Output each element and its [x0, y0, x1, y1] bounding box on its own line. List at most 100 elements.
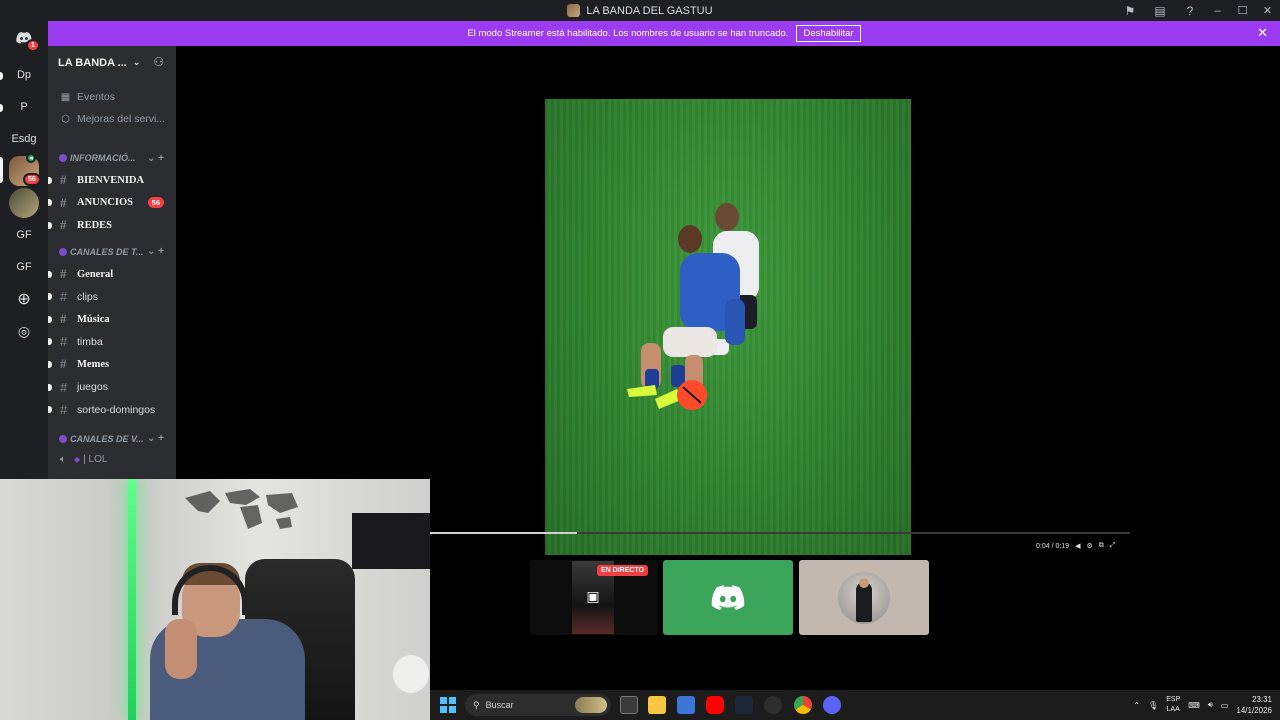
category-text[interactable]: CANALES DE T... ⌄ +: [48, 241, 176, 263]
microphone-icon[interactable]: 🎙︎: [1148, 701, 1158, 710]
server-name: LA BANDA ...: [58, 56, 127, 69]
channel-memes[interactable]: # Memes: [48, 353, 176, 376]
chrome-icon[interactable]: [794, 696, 812, 714]
disable-streamer-button[interactable]: Deshabilitar: [796, 25, 861, 42]
selected-pill: [0, 157, 3, 183]
channel-sorteo-domingos[interactable]: # sorteo-domingos: [48, 398, 176, 421]
avatar-figure: [856, 581, 872, 622]
speaker-icon: ◂: [26, 153, 36, 163]
app-icon[interactable]: [764, 696, 782, 714]
server-dp[interactable]: Dp: [9, 60, 39, 90]
channel-redes[interactable]: # REDES: [48, 214, 176, 237]
category-voice[interactable]: CANALES DE V... ⌄ +: [48, 428, 176, 450]
youtube-icon[interactable]: [706, 696, 724, 714]
volume-icon[interactable]: ◀︎: [1075, 542, 1080, 550]
start-button[interactable]: [440, 697, 456, 713]
screen-share-icon: ▣: [586, 588, 600, 604]
server-gf-1[interactable]: GF: [9, 220, 39, 250]
unread-indicator: [48, 383, 52, 391]
category-emoji-icon: [59, 247, 67, 256]
battery-icon[interactable]: ▭: [1221, 701, 1229, 710]
clock[interactable]: 23:31 14/1/2026: [1236, 694, 1272, 716]
category-add-icon[interactable]: ⌄ +: [147, 246, 164, 257]
channel-juegos[interactable]: # juegos: [48, 376, 176, 399]
channel-label: sorteo-domingos: [77, 403, 156, 416]
unread-indicator: [48, 360, 52, 368]
channel-timba[interactable]: # timba: [48, 331, 176, 354]
add-member-icon[interactable]: ⚇: [153, 55, 164, 69]
minimize-button[interactable]: –: [1205, 0, 1230, 21]
hash-icon: #: [60, 402, 68, 418]
window-title-group: LA BANDA DEL GASTUU: [567, 4, 713, 17]
home-badge: 1: [26, 39, 40, 52]
dog: [393, 655, 429, 693]
taskbar-search[interactable]: ⚲ Buscar: [465, 694, 611, 716]
video-progress-bar[interactable]: [430, 532, 1130, 534]
server-p[interactable]: P: [9, 92, 39, 122]
discord-home-button[interactable]: 1: [9, 23, 40, 53]
gamepad-icon: ◆: [74, 455, 81, 465]
server-esdg[interactable]: Esdg: [9, 124, 39, 154]
hash-icon: #: [60, 334, 68, 350]
help-icon[interactable]: ?: [1175, 0, 1205, 21]
server-header[interactable]: LA BANDA ... ⌄ ⚇: [48, 46, 176, 79]
search-placeholder: Buscar: [485, 700, 514, 710]
led-light-strip: [128, 479, 136, 720]
channel-label: ANUNCIOS: [77, 197, 134, 209]
participant-tile-discord[interactable]: [663, 560, 793, 635]
unread-pill: [0, 72, 3, 80]
screen: LA BANDA DEL GASTUU ⚑ ▤ ? – ☐ ✕ El modo …: [0, 0, 1280, 720]
server-icon: [567, 4, 581, 17]
settings-icon[interactable]: ⚙︎: [1086, 542, 1092, 550]
discover-icon[interactable]: ◎: [9, 316, 39, 346]
network-icon[interactable]: ⌨︎: [1188, 701, 1200, 710]
unread-indicator: [48, 315, 52, 323]
steam-icon[interactable]: [735, 696, 753, 714]
language-indicator[interactable]: ESP LAA: [1166, 695, 1180, 715]
category-add-icon[interactable]: ⌄ +: [147, 153, 164, 164]
voice-channel-lol[interactable]: 🔈︎ ◆ | LOL: [48, 450, 176, 470]
channel-sidebar: LA BANDA ... ⌄ ⚇ ▦ Eventos ⬡ Mejoras del…: [48, 46, 176, 479]
close-icon[interactable]: ✕: [1257, 25, 1268, 41]
unread-indicator: [48, 406, 52, 414]
lang-line1: ESP: [1166, 696, 1181, 703]
channel-label: General: [77, 268, 114, 280]
channel-general[interactable]: # General: [48, 263, 176, 286]
close-window-button[interactable]: ✕: [1255, 0, 1280, 21]
microsoft-store-icon[interactable]: [677, 696, 695, 714]
calendar-icon: ▦: [60, 91, 71, 103]
channel-musica[interactable]: # Música: [48, 308, 176, 331]
popout-icon[interactable]: ⧉: [1099, 542, 1104, 550]
category-info[interactable]: INFORMACIÓ... ⌄ +: [48, 147, 176, 169]
inbox-icon[interactable]: ▤: [1145, 0, 1175, 21]
menu-events[interactable]: ▦ Eventos: [48, 86, 176, 108]
streamer-mode-banner: El modo Streamer está habilitado. Los no…: [48, 21, 1280, 46]
fullscreen-icon[interactable]: ⤢: [1110, 542, 1116, 550]
participant-tile-avatar[interactable]: [799, 560, 929, 635]
server-gf-2[interactable]: GF: [9, 252, 39, 282]
category-emoji-icon: [59, 154, 67, 162]
channel-clips[interactable]: # clips: [48, 285, 176, 308]
server-avatar[interactable]: [9, 188, 39, 218]
category-add-icon[interactable]: ⌄ +: [147, 433, 164, 444]
video-controls: 0:04 / 0:19 ◀︎ ⚙︎ ⧉ ⤢: [1036, 540, 1115, 552]
window-title: LA BANDA DEL GASTUU: [586, 4, 713, 17]
chevron-up-icon[interactable]: ⌃: [1133, 701, 1140, 710]
channel-anuncios[interactable]: # ANUNCIOS 56: [48, 192, 176, 215]
task-view-icon[interactable]: [620, 696, 638, 714]
flag-icon[interactable]: ⚑: [1115, 0, 1145, 21]
hash-icon: #: [60, 194, 67, 210]
menu-boosts[interactable]: ⬡ Mejoras del servi...: [48, 108, 176, 130]
channel-label: Memes: [77, 358, 110, 370]
maximize-button[interactable]: ☐: [1230, 0, 1255, 21]
server-la-banda[interactable]: ◂ 56: [9, 153, 41, 186]
file-explorer-icon[interactable]: [648, 696, 666, 714]
unread-indicator: [48, 176, 52, 184]
channel-bienvenida[interactable]: # BIENVENIDA: [48, 169, 176, 192]
volume-icon[interactable]: 🔊︎: [1208, 700, 1213, 710]
stream-video[interactable]: [545, 99, 911, 555]
discord-taskbar-icon[interactable]: [823, 696, 841, 714]
add-server-icon[interactable]: ⊕: [9, 284, 39, 314]
channel-label: juegos: [77, 381, 108, 394]
webcam-overlay: [0, 479, 430, 720]
